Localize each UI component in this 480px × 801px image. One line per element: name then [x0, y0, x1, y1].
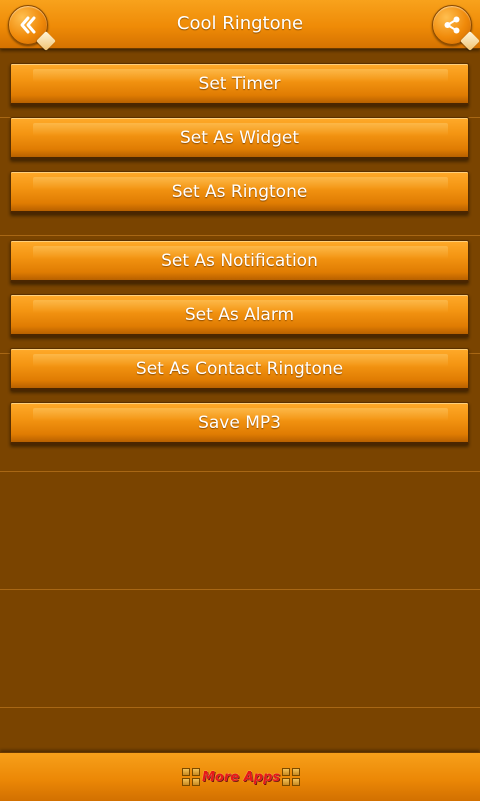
blocks-icon [282, 768, 301, 786]
blocks-icon [182, 768, 200, 786]
share-button[interactable] [432, 5, 472, 45]
set-as-alarm-button[interactable]: Set As Alarm [10, 294, 469, 337]
back-button[interactable] [8, 5, 48, 45]
double-chevron-left-icon [20, 16, 36, 34]
menu-item-label: Save MP3 [198, 413, 281, 433]
menu-item-label: Set As Alarm [184, 305, 295, 325]
menu-item-label: Set As Ringtone [171, 182, 308, 202]
app-title: Cool Ringtone [176, 13, 304, 34]
background-divider [0, 235, 480, 236]
set-timer-button[interactable]: Set Timer [10, 63, 469, 106]
save-mp3-button[interactable]: Save MP3 [10, 402, 469, 445]
top-app-bar: Cool Ringtone [0, 0, 480, 49]
more-apps-label: More Apps [202, 769, 281, 785]
menu-item-label: Set Timer [198, 74, 281, 94]
set-as-contact-ringtone-button[interactable]: Set As Contact Ringtone [10, 348, 469, 391]
menu-item-label: Set As Notification [161, 251, 318, 271]
menu-item-label: Set As Contact Ringtone [135, 359, 344, 379]
background-divider [0, 589, 480, 590]
background-divider [0, 471, 480, 472]
background-divider [0, 707, 480, 708]
menu-item-label: Set As Widget [179, 128, 300, 148]
bottom-bar: More Apps [0, 752, 480, 801]
share-icon [444, 16, 460, 34]
set-as-notification-button[interactable]: Set As Notification [10, 240, 469, 283]
more-apps-button[interactable]: More Apps [182, 767, 301, 787]
set-as-ringtone-button[interactable]: Set As Ringtone [10, 171, 469, 214]
set-as-widget-button[interactable]: Set As Widget [10, 117, 469, 160]
